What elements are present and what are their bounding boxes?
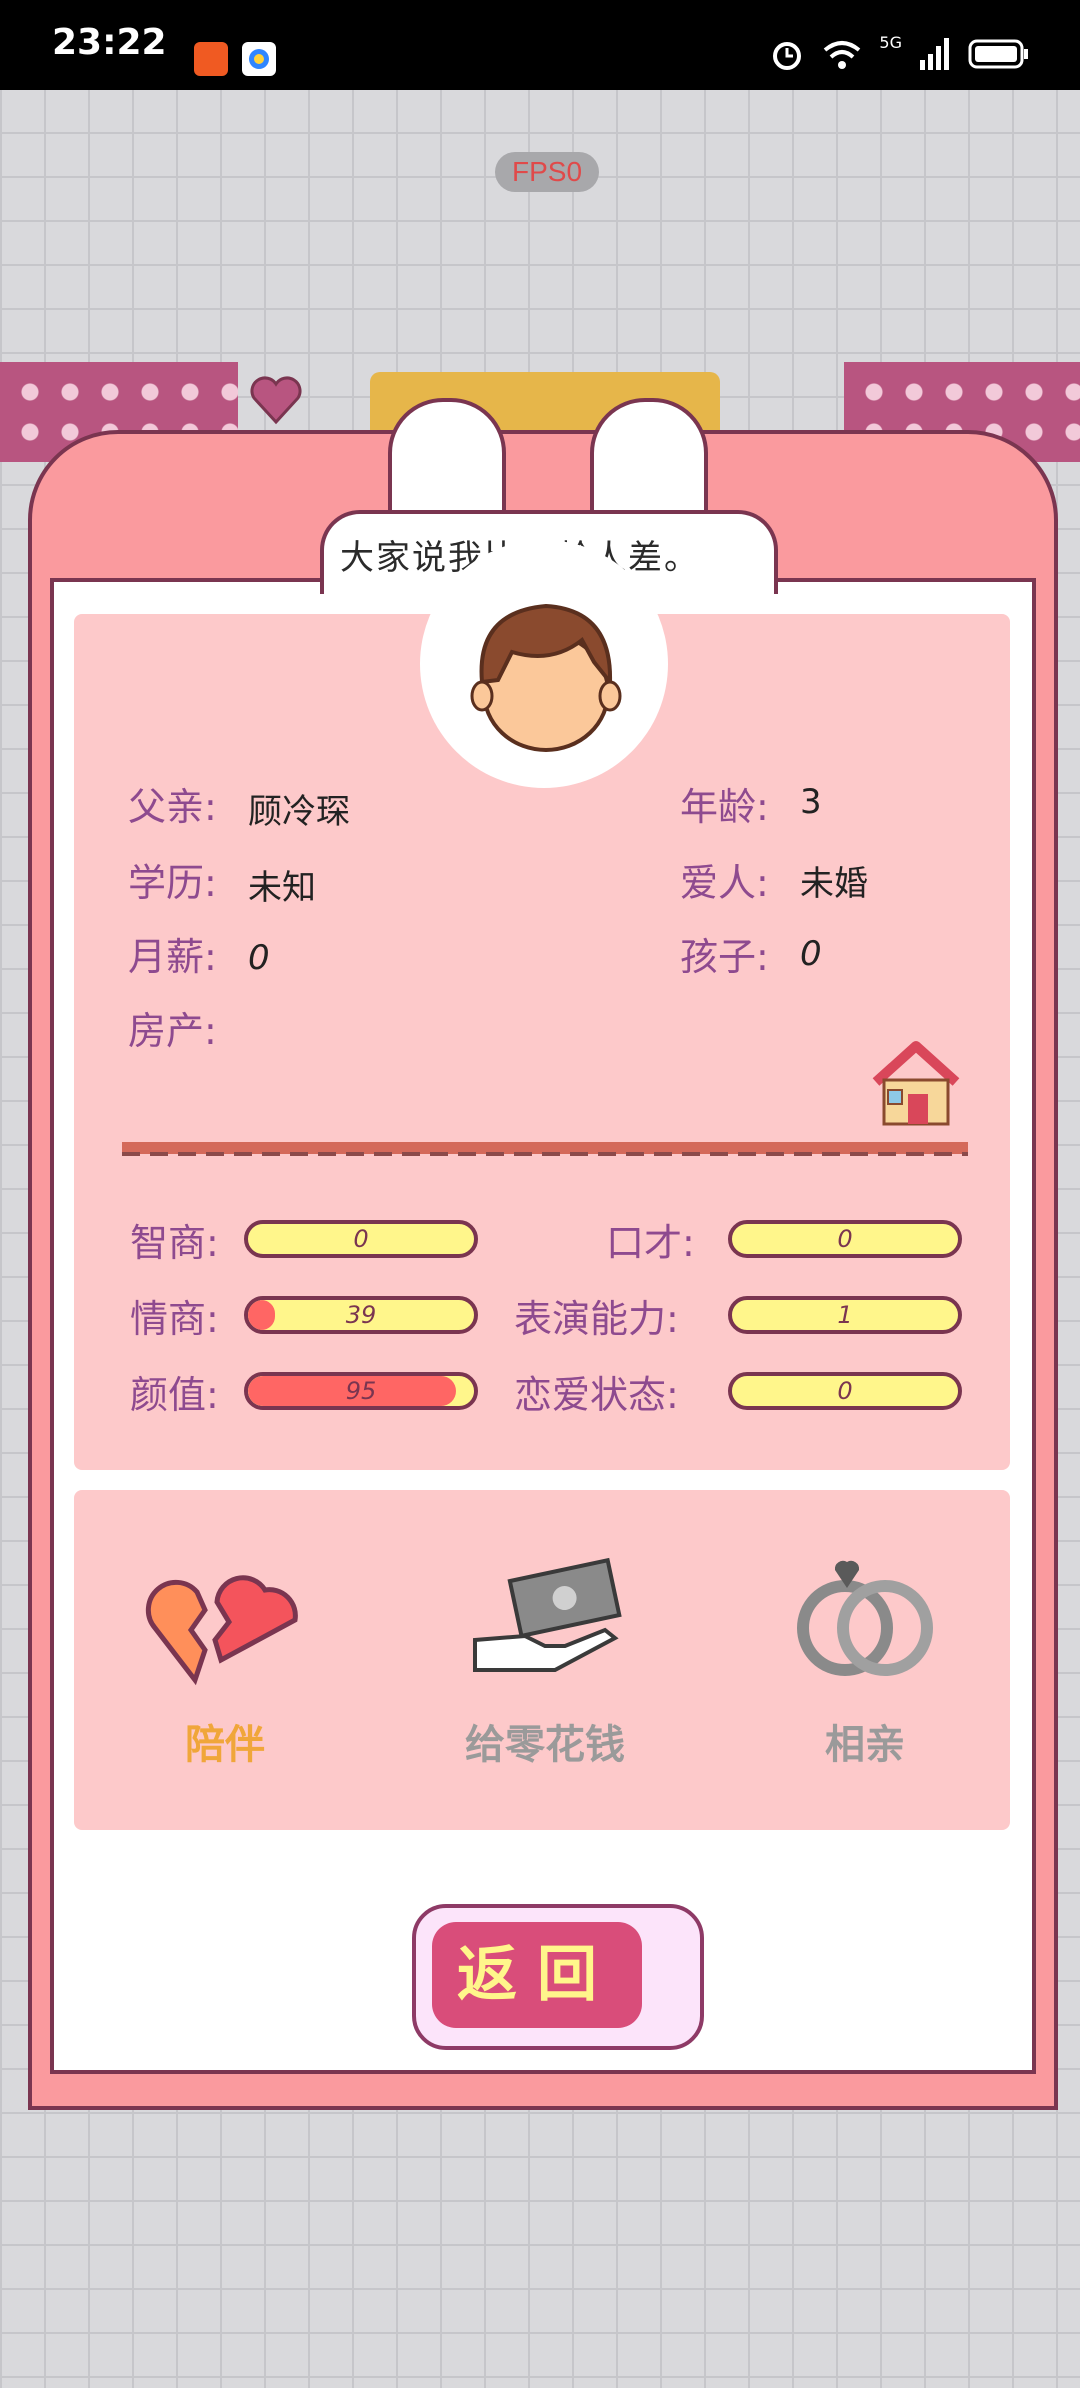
stat-bar-acting: 1 xyxy=(728,1296,962,1334)
property-label: 房产: xyxy=(128,1009,217,1053)
education-value: 未知 xyxy=(248,868,316,908)
education-label: 学历: xyxy=(128,861,217,905)
stat-label: 恋爱状态: xyxy=(514,1373,679,1417)
salary-value: 0 xyxy=(248,938,270,978)
stat-bar-romance: 0 xyxy=(728,1372,962,1410)
signal-icon xyxy=(920,38,949,70)
action-label: 相亲 xyxy=(825,1722,905,1768)
stat-label: 表演能力: xyxy=(514,1297,679,1341)
battery-icon xyxy=(968,39,1028,69)
action-label: 陪伴 xyxy=(185,1722,265,1768)
age-label: 年龄: xyxy=(680,785,769,829)
status-icons: 5G xyxy=(769,32,1030,72)
network-label: 5G xyxy=(879,32,902,52)
age-value: 3 xyxy=(800,782,822,822)
stat-value: 0 xyxy=(353,1225,369,1253)
stat-value: 1 xyxy=(837,1301,853,1329)
stat-value: 95 xyxy=(345,1377,377,1405)
avatar xyxy=(470,603,622,752)
action-label: 给零花钱 xyxy=(465,1722,625,1768)
rings-icon xyxy=(797,1560,933,1676)
stat-bar-eq: 39 xyxy=(244,1296,478,1334)
action-blind-date[interactable]: 相亲 xyxy=(750,1550,980,1780)
back-button-label[interactable]: 返回 xyxy=(432,1922,642,2028)
stat-label: 颜值: xyxy=(130,1373,219,1417)
spouse-label: 爱人: xyxy=(680,861,769,905)
heart-icon xyxy=(250,376,302,425)
stat-bar-iq: 0 xyxy=(244,1220,478,1258)
children-value: 0 xyxy=(800,934,822,974)
app-icons xyxy=(194,42,276,76)
broken-heart-icon xyxy=(145,1575,298,1686)
alarm-icon xyxy=(773,42,802,70)
father-label: 父亲: xyxy=(128,785,217,829)
stat-bar-looks: 95 xyxy=(244,1372,478,1410)
stat-value: 39 xyxy=(345,1301,377,1329)
stat-value: 0 xyxy=(837,1225,853,1253)
stat-value: 0 xyxy=(837,1377,853,1405)
app-icon-orange xyxy=(194,42,228,76)
salary-label: 月薪: xyxy=(128,935,217,979)
house-icon[interactable] xyxy=(866,1040,966,1130)
spouse-value: 未婚 xyxy=(800,864,868,904)
fps-badge: FPS0 xyxy=(495,152,599,192)
stat-label: 口才: xyxy=(606,1221,695,1265)
stat-label: 智商: xyxy=(130,1221,219,1265)
status-time: 23:22 xyxy=(52,22,167,63)
action-companion[interactable]: 陪伴 xyxy=(110,1550,340,1780)
status-bar: 23:22 5G xyxy=(0,0,1080,90)
action-pocket-money[interactable]: 给零花钱 xyxy=(430,1550,660,1780)
stat-label: 情商: xyxy=(130,1297,219,1341)
children-label: 孩子: xyxy=(680,935,769,979)
money-hand-icon xyxy=(473,1557,622,1672)
stat-bar-eloquence: 0 xyxy=(728,1220,962,1258)
divider-dashes xyxy=(122,1152,968,1156)
father-value: 顾冷琛 xyxy=(248,792,350,832)
wifi-icon xyxy=(824,41,861,69)
